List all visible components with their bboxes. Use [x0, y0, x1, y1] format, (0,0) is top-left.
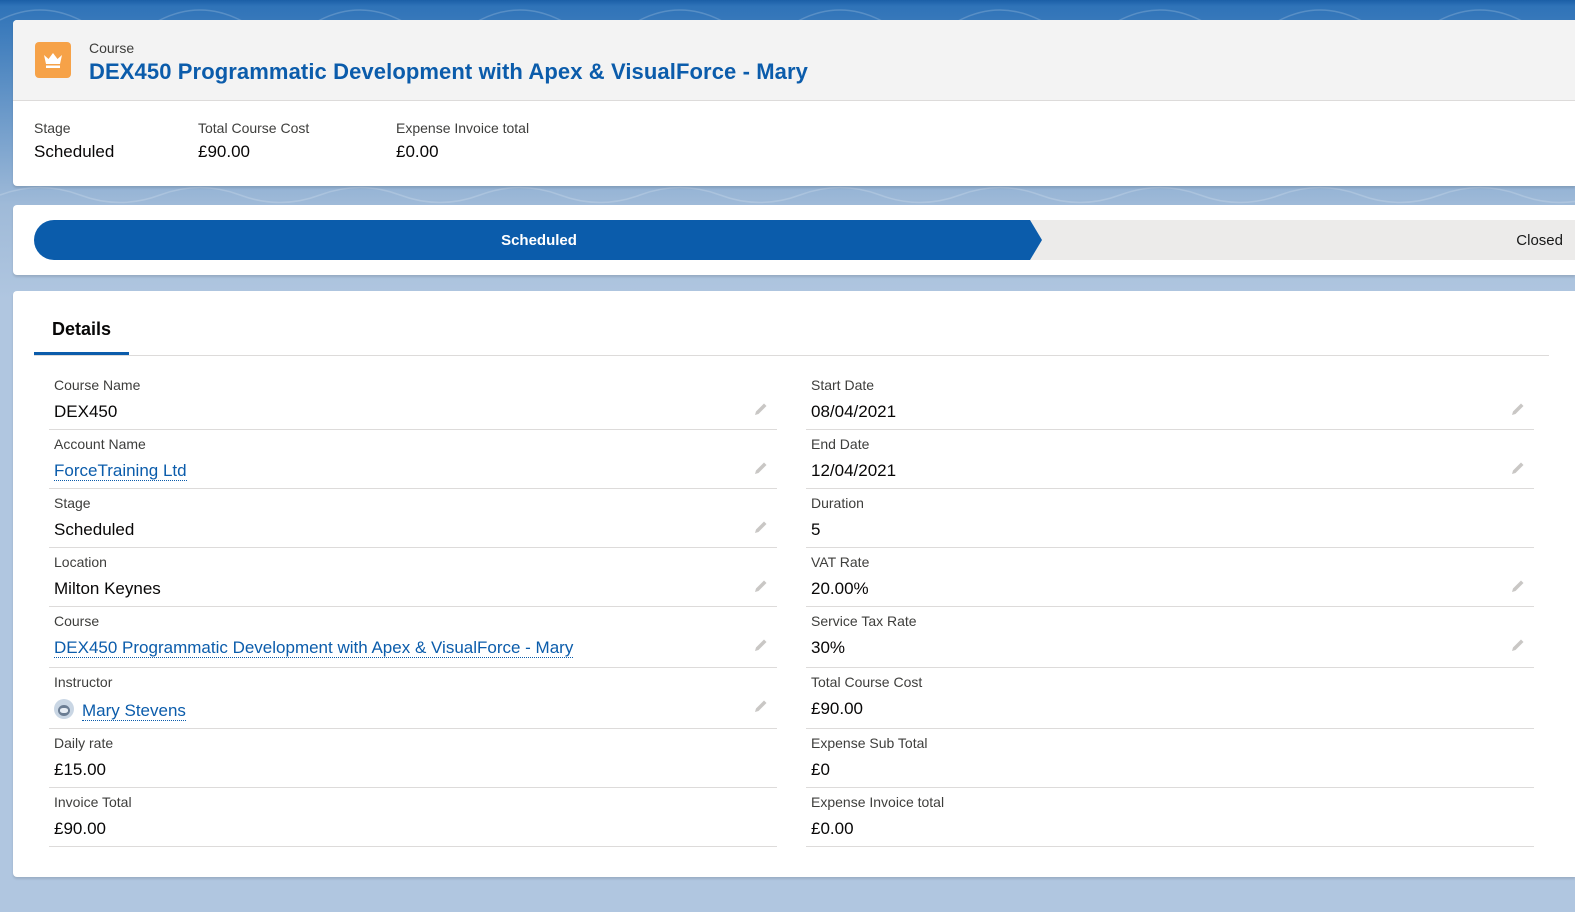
- field-value: 30%: [811, 638, 845, 658]
- highlight-label: Total Course Cost: [198, 120, 310, 136]
- field-invoice-total: Invoice Total £90.00: [49, 788, 777, 847]
- field-link[interactable]: Mary Stevens: [82, 701, 186, 721]
- stage-path: Scheduled Closed: [13, 205, 1575, 275]
- field-value: 20.00%: [811, 579, 869, 599]
- pencil-icon[interactable]: [753, 578, 769, 594]
- field-label: Account Name: [54, 436, 146, 452]
- field-stage: Stage Scheduled: [49, 489, 777, 548]
- pencil-icon[interactable]: [753, 698, 769, 714]
- field-value: £0: [811, 760, 830, 780]
- field-value: £90.00: [811, 699, 863, 719]
- highlight-stage: Stage Scheduled: [34, 120, 114, 162]
- pencil-icon[interactable]: [753, 637, 769, 653]
- field-value-text: £15.00: [54, 760, 106, 779]
- field-value: Scheduled: [54, 520, 134, 540]
- field-label: Expense Invoice total: [811, 794, 945, 810]
- crown-icon: [35, 42, 71, 78]
- field-value: £15.00: [54, 760, 106, 780]
- field-duration: Duration 5: [806, 489, 1534, 548]
- details-left-column: Course Name DEX450 Account Name ForceTraini…: [49, 371, 777, 847]
- field-label: Expense Sub Total: [811, 735, 928, 751]
- field-service-tax-rate: Service Tax Rate 30%: [806, 607, 1534, 668]
- field-label: Service Tax Rate: [811, 613, 917, 629]
- field-value: ForceTraining Ltd: [54, 461, 187, 481]
- tab-details[interactable]: Details: [34, 319, 129, 355]
- field-label: Course: [54, 613, 100, 629]
- highlight-value: Scheduled: [34, 142, 115, 161]
- field-label: Course Name: [54, 377, 141, 393]
- pencil-icon[interactable]: [1510, 637, 1526, 653]
- field-expense-invoice-total: Expense Invoice total £0.00: [806, 788, 1534, 847]
- record-header: Course DEX450 Programmatic Development w…: [13, 20, 1575, 186]
- field-label: Invoice Total: [54, 794, 132, 810]
- field-value-text: Milton Keynes: [54, 579, 161, 598]
- field-value-text: Scheduled: [54, 520, 135, 539]
- field-value-text: 30%: [811, 638, 846, 657]
- field-label: Stage: [54, 495, 91, 511]
- path-stage-scheduled[interactable]: Scheduled: [34, 220, 1044, 260]
- field-value-text: DEX450: [54, 402, 118, 421]
- pencil-icon[interactable]: [753, 519, 769, 535]
- field-value-text: 20.00%: [811, 579, 869, 598]
- field-label: Location: [54, 554, 107, 570]
- tab-bar: Details: [34, 291, 1549, 356]
- details-panel: Details Course Name DEX450 Account Name For…: [13, 291, 1575, 877]
- highlight-value: £90.00: [198, 142, 250, 161]
- field-label: Start Date: [811, 377, 875, 393]
- field-label: Daily rate: [54, 735, 114, 751]
- record-header-top: Course DEX450 Programmatic Development w…: [13, 20, 1575, 101]
- highlight-expense-invoice-total: Expense Invoice total £0.00: [396, 120, 529, 162]
- field-value-text: £90.00: [811, 699, 863, 718]
- highlight-label: Expense Invoice total: [396, 120, 530, 136]
- field-value: £90.00: [54, 819, 106, 839]
- pencil-icon[interactable]: [753, 460, 769, 476]
- highlight-label: Stage: [34, 120, 71, 136]
- field-account-name: Account Name ForceTraining Ltd: [49, 430, 777, 489]
- highlight-value: £0.00: [396, 142, 439, 161]
- field-value: £0.00: [811, 819, 854, 839]
- field-label: End Date: [811, 436, 870, 452]
- field-label: Total Course Cost: [811, 674, 923, 690]
- field-total-course-cost: Total Course Cost £90.00: [806, 668, 1534, 729]
- field-end-date: End Date 12/04/2021: [806, 430, 1534, 489]
- pencil-icon[interactable]: [1510, 401, 1526, 417]
- highlight-total-course-cost: Total Course Cost £90.00: [198, 120, 309, 162]
- record-title: DEX450 Programmatic Development with Ape…: [89, 59, 808, 84]
- pencil-icon[interactable]: [753, 401, 769, 417]
- pencil-icon[interactable]: [1510, 460, 1526, 476]
- field-value: DEX450: [54, 402, 117, 422]
- pencil-icon[interactable]: [1510, 578, 1526, 594]
- field-label: VAT Rate: [811, 554, 870, 570]
- field-value: Mary Stevens: [54, 699, 186, 721]
- field-link[interactable]: DEX450 Programmatic Development with Ape…: [54, 638, 574, 658]
- field-value-text: £90.00: [54, 819, 106, 838]
- field-value-text: 08/04/2021: [811, 402, 897, 421]
- field-value-text: £0: [811, 760, 830, 779]
- field-value-text: £0.00: [811, 819, 854, 838]
- field-value-text: 5: [811, 520, 821, 539]
- field-course-name: Course Name DEX450: [49, 371, 777, 430]
- field-value: 5: [811, 520, 820, 540]
- field-label: Duration: [811, 495, 864, 511]
- field-value: 12/04/2021: [811, 461, 896, 481]
- field-value: Milton Keynes: [54, 579, 161, 599]
- field-start-date: Start Date 08/04/2021: [806, 371, 1534, 430]
- field-value-text: 12/04/2021: [811, 461, 897, 480]
- field-instructor: Instructor Mary Stevens: [49, 668, 777, 729]
- field-course: Course DEX450 Programmatic Development wi…: [49, 607, 777, 668]
- field-expense-sub-total: Expense Sub Total £0: [806, 729, 1534, 788]
- object-type-label: Course: [89, 40, 135, 56]
- field-link[interactable]: ForceTraining Ltd: [54, 461, 187, 481]
- path-stage-incomplete-shape: [1029, 220, 1575, 260]
- field-label: Instructor: [54, 674, 113, 690]
- field-value: DEX450 Programmatic Development with Ape…: [54, 638, 574, 658]
- field-location: Location Milton Keynes: [49, 548, 777, 607]
- field-daily-rate: Daily rate £15.00: [49, 729, 777, 788]
- field-vat-rate: VAT Rate 20.00%: [806, 548, 1534, 607]
- details-right-column: Start Date 08/04/2021 End Date 12/04/2021 Du…: [806, 371, 1534, 847]
- user-avatar-icon: [54, 699, 74, 719]
- field-value: 08/04/2021: [811, 402, 896, 422]
- path-stage-closed[interactable]: Closed: [1516, 220, 1563, 260]
